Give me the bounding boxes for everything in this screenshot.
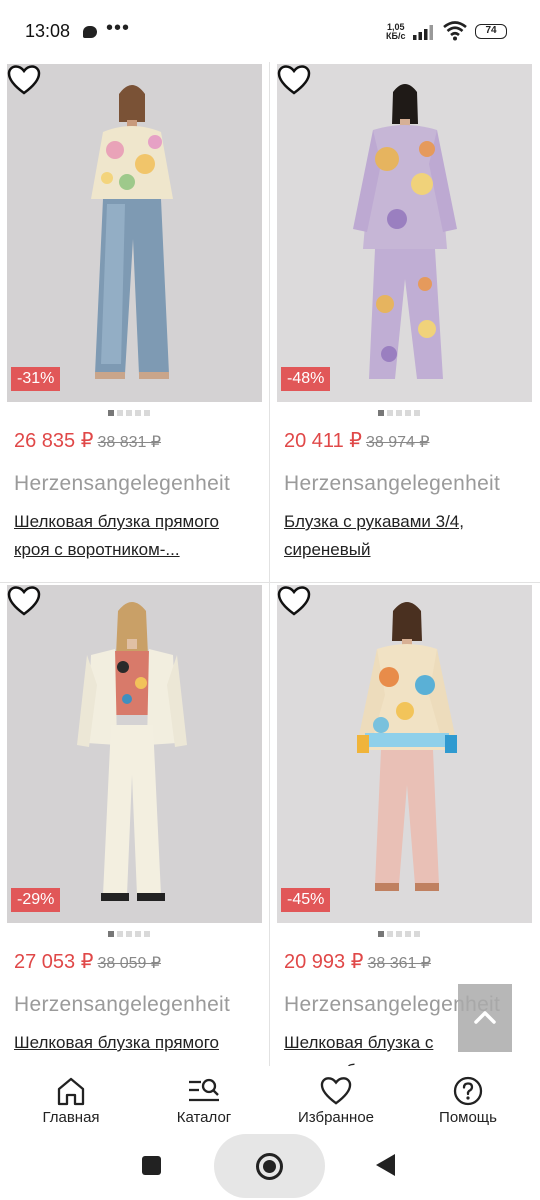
carousel-dot xyxy=(135,931,141,937)
back-button[interactable] xyxy=(376,1154,395,1176)
product-title-link[interactable]: Блузка с рукавами 3/4, сиреневый xyxy=(284,508,529,564)
image-carousel-dots xyxy=(378,410,420,418)
wifi-icon xyxy=(443,21,467,41)
image-carousel-dots xyxy=(108,410,150,418)
product-image[interactable]: -29% xyxy=(7,585,262,923)
status-time: 13:08 xyxy=(25,21,71,41)
chat-notification-icon xyxy=(83,26,97,38)
carousel-dot xyxy=(414,410,420,416)
product-price: 26 835 ₽38 831 ₽ xyxy=(14,428,161,453)
carousel-dot xyxy=(405,931,411,937)
product-title-link[interactable]: Шелковая блузка прямого кроя с воротнико… xyxy=(14,1029,259,1066)
old-price: 38 059 ₽ xyxy=(97,955,162,972)
carousel-dot xyxy=(396,410,402,416)
old-price: 38 361 ₽ xyxy=(367,955,432,972)
old-price: 38 831 ₽ xyxy=(97,434,162,451)
product-image[interactable]: -48% xyxy=(277,64,532,402)
recent-apps-button[interactable] xyxy=(142,1156,161,1175)
current-price: 20 411 ₽ xyxy=(284,430,362,452)
signal-icon xyxy=(413,25,433,40)
image-carousel-dots xyxy=(378,931,420,939)
scroll-to-top-button[interactable] xyxy=(458,984,512,1052)
nav-favorites[interactable]: Избранное xyxy=(286,1066,386,1134)
discount-badge: -31% xyxy=(11,367,61,391)
bottom-navigation: Главная Каталог Избранное Помощь xyxy=(0,1066,540,1134)
product-title-link[interactable]: Шелковая блузка прямого кроя с воротнико… xyxy=(14,508,259,564)
product-price: 20 411 ₽38 974 ₽ xyxy=(284,428,430,453)
carousel-dot xyxy=(414,931,420,937)
image-carousel-dots xyxy=(108,931,150,939)
carousel-dot xyxy=(387,931,393,937)
carousel-dot xyxy=(135,410,141,416)
nav-help[interactable]: Помощь xyxy=(418,1066,518,1134)
carousel-dot xyxy=(108,931,114,937)
current-price: 20 993 ₽ xyxy=(284,951,364,973)
system-navigation-bar xyxy=(0,1134,540,1200)
discount-badge: -45% xyxy=(281,888,331,912)
carousel-dot xyxy=(144,931,150,937)
home-button[interactable] xyxy=(214,1134,325,1198)
battery-indicator: 74 xyxy=(475,24,507,39)
catalog-search-icon xyxy=(189,1078,219,1102)
more-notifications-icon: ••• xyxy=(106,17,131,39)
product-card[interactable]: -29% 27 053 ₽38 059 ₽ Herzensangelegenhe… xyxy=(0,583,270,1066)
product-image[interactable]: -31% xyxy=(7,64,262,402)
current-price: 26 835 ₽ xyxy=(14,430,94,452)
heart-icon xyxy=(320,1077,352,1105)
carousel-dot xyxy=(126,410,132,416)
carousel-dot xyxy=(378,931,384,937)
nav-favorites-label: Избранное xyxy=(297,1109,375,1126)
nav-home[interactable]: Главная xyxy=(21,1066,121,1134)
model-illustration xyxy=(77,602,187,901)
home-circle-icon xyxy=(256,1153,283,1180)
product-price: 27 053 ₽38 059 ₽ xyxy=(14,949,161,974)
network-speed-unit: КБ/с xyxy=(386,31,406,41)
home-icon xyxy=(57,1077,85,1106)
help-icon xyxy=(453,1076,483,1106)
nav-home-label: Главная xyxy=(42,1109,100,1126)
carousel-dot xyxy=(117,931,123,937)
nav-catalog[interactable]: Каталог xyxy=(154,1066,254,1134)
product-brand: Herzensangelegenheit xyxy=(14,472,231,495)
favorite-heart-icon[interactable] xyxy=(7,64,41,96)
discount-badge: -48% xyxy=(281,367,331,391)
product-brand: Herzensangelegenheit xyxy=(14,993,231,1016)
carousel-dot xyxy=(144,410,150,416)
carousel-dot xyxy=(396,931,402,937)
product-card[interactable]: -31% 26 835 ₽38 831 ₽ Herzensangelegenhe… xyxy=(0,62,270,582)
nav-catalog-label: Каталог xyxy=(176,1109,232,1126)
status-bar: 13:08 ••• 1,05 КБ/с 74 xyxy=(0,0,540,62)
chevron-up-icon xyxy=(474,1011,496,1024)
product-card[interactable]: -48% 20 411 ₽38 974 ₽ Herzensangelegenhe… xyxy=(270,62,540,582)
product-brand: Herzensangelegenheit xyxy=(284,472,501,495)
model-illustration xyxy=(353,84,457,379)
network-speed: 1,05 КБ/с xyxy=(386,23,405,41)
favorite-heart-icon[interactable] xyxy=(277,585,311,617)
model-illustration xyxy=(357,602,457,891)
carousel-dot xyxy=(378,410,384,416)
product-price: 20 993 ₽38 361 ₽ xyxy=(284,949,431,974)
nav-help-label: Помощь xyxy=(439,1109,497,1126)
carousel-dot xyxy=(108,410,114,416)
current-price: 27 053 ₽ xyxy=(14,951,94,973)
carousel-dot xyxy=(117,410,123,416)
product-image[interactable]: -45% xyxy=(277,585,532,923)
old-price: 38 974 ₽ xyxy=(365,434,430,451)
model-illustration xyxy=(91,85,173,379)
favorite-heart-icon[interactable] xyxy=(277,64,311,96)
product-grid: -31% 26 835 ₽38 831 ₽ Herzensangelegenhe… xyxy=(0,62,540,1066)
carousel-dot xyxy=(405,410,411,416)
carousel-dot xyxy=(126,931,132,937)
favorite-heart-icon[interactable] xyxy=(7,585,41,617)
carousel-dot xyxy=(387,410,393,416)
discount-badge: -29% xyxy=(11,888,61,912)
